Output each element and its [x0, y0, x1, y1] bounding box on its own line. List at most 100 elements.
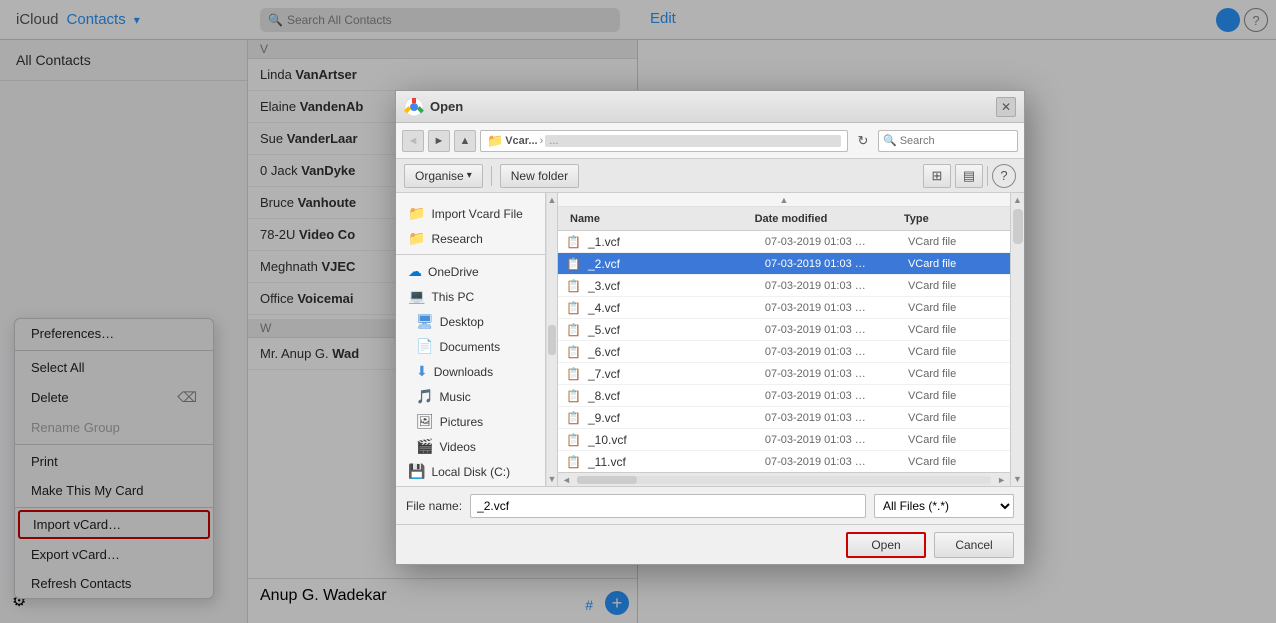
sidebar-folder-downloads[interactable]: ⬇ Downloads — [396, 359, 545, 384]
sidebar-scrollbar[interactable]: ▲ ▼ — [546, 193, 558, 486]
nav-back-button[interactable]: ◄ — [402, 130, 424, 152]
vcf-icon: 📋 — [566, 323, 584, 337]
file-type: VCard file — [904, 346, 1002, 358]
sidebar-folder-label: Import Vcard File — [431, 207, 522, 221]
nav-forward-button[interactable]: ► — [428, 130, 450, 152]
dialog-actions: Open Cancel — [396, 524, 1024, 564]
file-type: VCard file — [904, 302, 1002, 314]
organise-chevron: ▾ — [467, 170, 472, 181]
dialog-navbar: ◄ ► ▲ 📁 Vcar... › ... ↻ 🔍 — [396, 123, 1024, 159]
organise-button[interactable]: Organise ▾ — [404, 164, 483, 188]
file-type: VCard file — [904, 456, 1002, 468]
sidebar-folder-videos[interactable]: 🎬 Videos — [396, 434, 545, 459]
sidebar-folder-label: Pictures — [440, 415, 483, 429]
sidebar-folder-import-vcard[interactable]: 📁 Import Vcard File — [396, 201, 545, 226]
sidebar-folder-pictures[interactable]: 🖼 Pictures — [396, 409, 545, 434]
view-list-button[interactable]: ⊞ — [923, 164, 951, 188]
file-type: VCard file — [904, 434, 1002, 446]
file-date: 07-03-2019 01:03 … — [761, 456, 904, 468]
nav-search-box[interactable]: 🔍 — [878, 130, 1018, 152]
file-row[interactable]: 📋 _2.vcf 07-03-2019 01:03 … VCard file — [558, 253, 1010, 275]
filelist-vscroll[interactable]: ▲ ▼ — [1010, 193, 1024, 486]
file-name: _4.vcf — [584, 301, 761, 315]
sidebar-folder-desktop[interactable]: 🖥 Desktop — [396, 309, 545, 334]
file-list-area: ▲ Name Date modified Type 📋 _1.vcf 07-03… — [558, 193, 1010, 486]
filelist-hscroll[interactable]: ◄ ► — [558, 472, 1010, 486]
file-type: VCard file — [904, 324, 1002, 336]
file-row[interactable]: 📋 _11.vcf 07-03-2019 01:03 … VCard file — [558, 451, 1010, 472]
filetype-select[interactable]: All Files (*.*) VCard Files (*.vcf) — [874, 494, 1014, 518]
sidebar-folder-onedrive[interactable]: ☁ OneDrive — [396, 259, 545, 284]
sidebar-scroll-down[interactable]: ▼ — [548, 474, 557, 484]
dialog-close-button[interactable]: ✕ — [996, 97, 1016, 117]
folder-icon: 📁 — [408, 230, 425, 247]
file-date: 07-03-2019 01:03 … — [761, 368, 904, 380]
sidebar-folder-research[interactable]: 📁 Research — [396, 226, 545, 251]
col-header-type[interactable]: Type — [900, 213, 1002, 225]
sidebar-folder-documents[interactable]: 📄 Documents — [396, 334, 545, 359]
sidebar-folder-this-pc[interactable]: 💻 This PC — [396, 284, 545, 309]
hscroll-thumb[interactable] — [577, 476, 637, 484]
organise-label: Organise — [415, 169, 464, 183]
filelist-header: Name Date modified Type — [558, 207, 1010, 231]
sidebar-folder-label: Local Disk (C:) — [431, 465, 510, 479]
nav-refresh-button[interactable]: ↻ — [852, 130, 874, 152]
file-name: _7.vcf — [584, 367, 761, 381]
folder-icon: 📄 — [416, 338, 433, 355]
nav-path-separator: › — [540, 135, 544, 147]
vcf-icon: 📋 — [566, 301, 584, 315]
open-file-dialog: Open ✕ ◄ ► ▲ 📁 Vcar... › ... ↻ 🔍 Organis… — [395, 90, 1025, 565]
chrome-icon — [404, 97, 424, 117]
cancel-button[interactable]: Cancel — [934, 532, 1014, 558]
hscroll-right-icon[interactable]: ► — [993, 475, 1010, 485]
view-details-button[interactable]: ▤ — [955, 164, 983, 188]
file-name: _10.vcf — [584, 433, 761, 447]
col-header-date[interactable]: Date modified — [751, 213, 900, 225]
sidebar-folder-local-c[interactable]: 💾 Local Disk (C:) — [396, 459, 545, 484]
folder-icon: 📁 — [408, 205, 425, 222]
col-header-name[interactable]: Name — [566, 213, 751, 225]
filename-input[interactable] — [470, 494, 866, 518]
sidebar-scroll-up[interactable]: ▲ — [548, 195, 557, 205]
file-name: _11.vcf — [584, 455, 761, 469]
file-name: _3.vcf — [584, 279, 761, 293]
file-type: VCard file — [904, 390, 1002, 402]
dialog-help-button[interactable]: ? — [992, 164, 1016, 188]
sidebar-folder-label: This PC — [431, 290, 474, 304]
file-row[interactable]: 📋 _7.vcf 07-03-2019 01:03 … VCard file — [558, 363, 1010, 385]
file-type: VCard file — [904, 236, 1002, 248]
nav-up-button[interactable]: ▲ — [454, 130, 476, 152]
sidebar-folder-music[interactable]: 🎵 Music — [396, 384, 545, 409]
file-name: _1.vcf — [584, 235, 761, 249]
vscroll-down-icon[interactable]: ▼ — [1013, 474, 1022, 484]
folder-icon: 🎬 — [416, 438, 433, 455]
file-date: 07-03-2019 01:03 … — [761, 434, 904, 446]
file-row[interactable]: 📋 _10.vcf 07-03-2019 01:03 … VCard file — [558, 429, 1010, 451]
new-folder-button[interactable]: New folder — [500, 164, 579, 188]
open-button[interactable]: Open — [846, 532, 926, 558]
file-row[interactable]: 📋 _8.vcf 07-03-2019 01:03 … VCard file — [558, 385, 1010, 407]
file-date: 07-03-2019 01:03 … — [761, 302, 904, 314]
dialog-filename-row: File name: All Files (*.*) VCard Files (… — [396, 486, 1024, 524]
vscroll-thumb[interactable] — [1013, 209, 1023, 244]
file-row[interactable]: 📋 _5.vcf 07-03-2019 01:03 … VCard file — [558, 319, 1010, 341]
sidebar-folder-label: Documents — [439, 340, 500, 354]
file-row[interactable]: 📋 _9.vcf 07-03-2019 01:03 … VCard file — [558, 407, 1010, 429]
file-row[interactable]: 📋 _4.vcf 07-03-2019 01:03 … VCard file — [558, 297, 1010, 319]
file-date: 07-03-2019 01:03 … — [761, 346, 904, 358]
vcf-icon: 📋 — [566, 455, 584, 469]
file-date: 07-03-2019 01:03 … — [761, 258, 904, 270]
file-row[interactable]: 📋 _3.vcf 07-03-2019 01:03 … VCard file — [558, 275, 1010, 297]
vscroll-up-icon[interactable]: ▲ — [1013, 195, 1022, 205]
filelist-sort-up[interactable]: ▲ — [558, 193, 1010, 207]
file-row[interactable]: 📋 _6.vcf 07-03-2019 01:03 … VCard file — [558, 341, 1010, 363]
sidebar-scroll-thumb[interactable] — [548, 325, 556, 355]
folder-icon: 🎵 — [416, 388, 433, 405]
nav-search-input[interactable] — [900, 135, 1000, 147]
filelist-scroll[interactable]: 📋 _1.vcf 07-03-2019 01:03 … VCard file 📋… — [558, 231, 1010, 472]
vcf-icon: 📋 — [566, 345, 584, 359]
folder-icon: 🖥 — [416, 313, 434, 330]
file-row[interactable]: 📋 _1.vcf 07-03-2019 01:03 … VCard file — [558, 231, 1010, 253]
hscroll-left-icon[interactable]: ◄ — [558, 475, 575, 485]
vcf-icon: 📋 — [566, 257, 584, 271]
